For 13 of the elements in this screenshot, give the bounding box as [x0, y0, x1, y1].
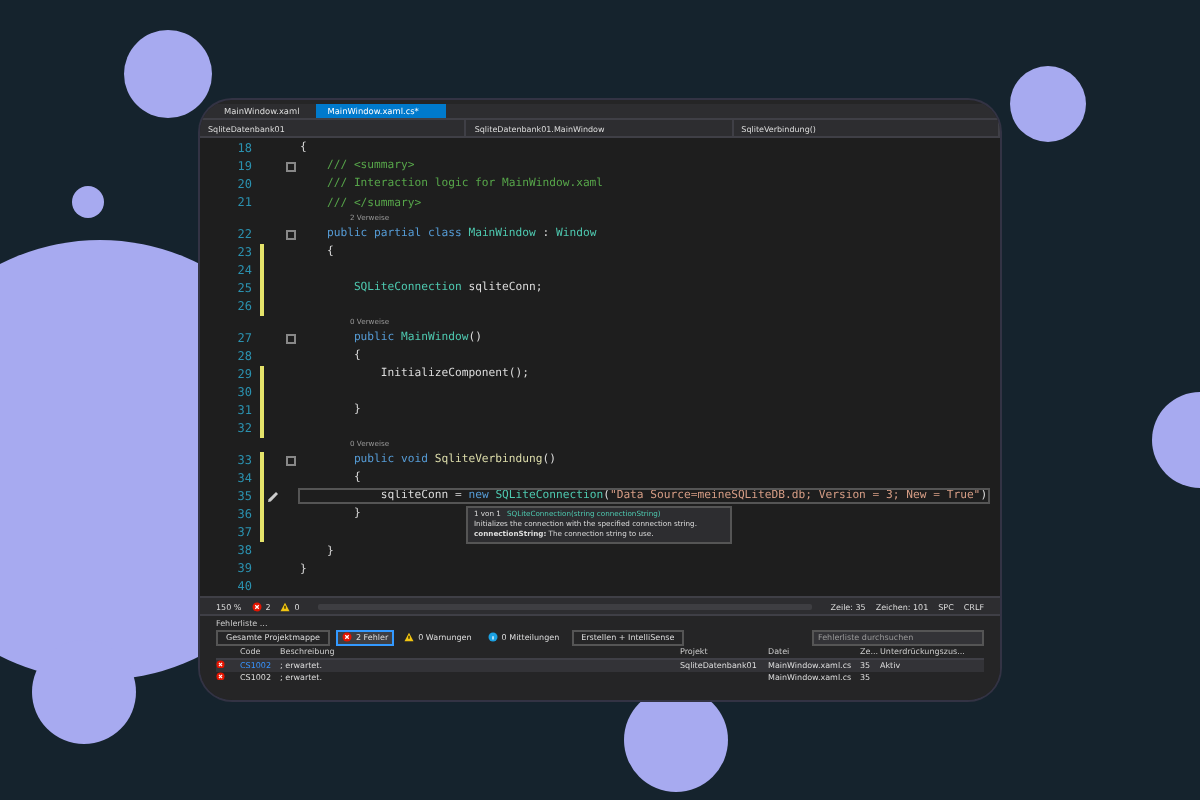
warning-icon: [404, 632, 415, 643]
info-icon: [487, 632, 498, 643]
pencil-icon: [266, 489, 280, 504]
collapse-icon[interactable]: [285, 161, 295, 172]
error-icon: [251, 601, 262, 612]
decorative-circle: [72, 186, 104, 218]
error-icon: [341, 632, 352, 643]
collapse-icon[interactable]: [285, 229, 295, 240]
decorative-circle: [1010, 66, 1086, 142]
decorative-circle: [124, 30, 212, 118]
collapse-icon[interactable]: [285, 455, 295, 466]
collapse-icon[interactable]: [285, 333, 295, 344]
warning-icon: [280, 601, 291, 612]
